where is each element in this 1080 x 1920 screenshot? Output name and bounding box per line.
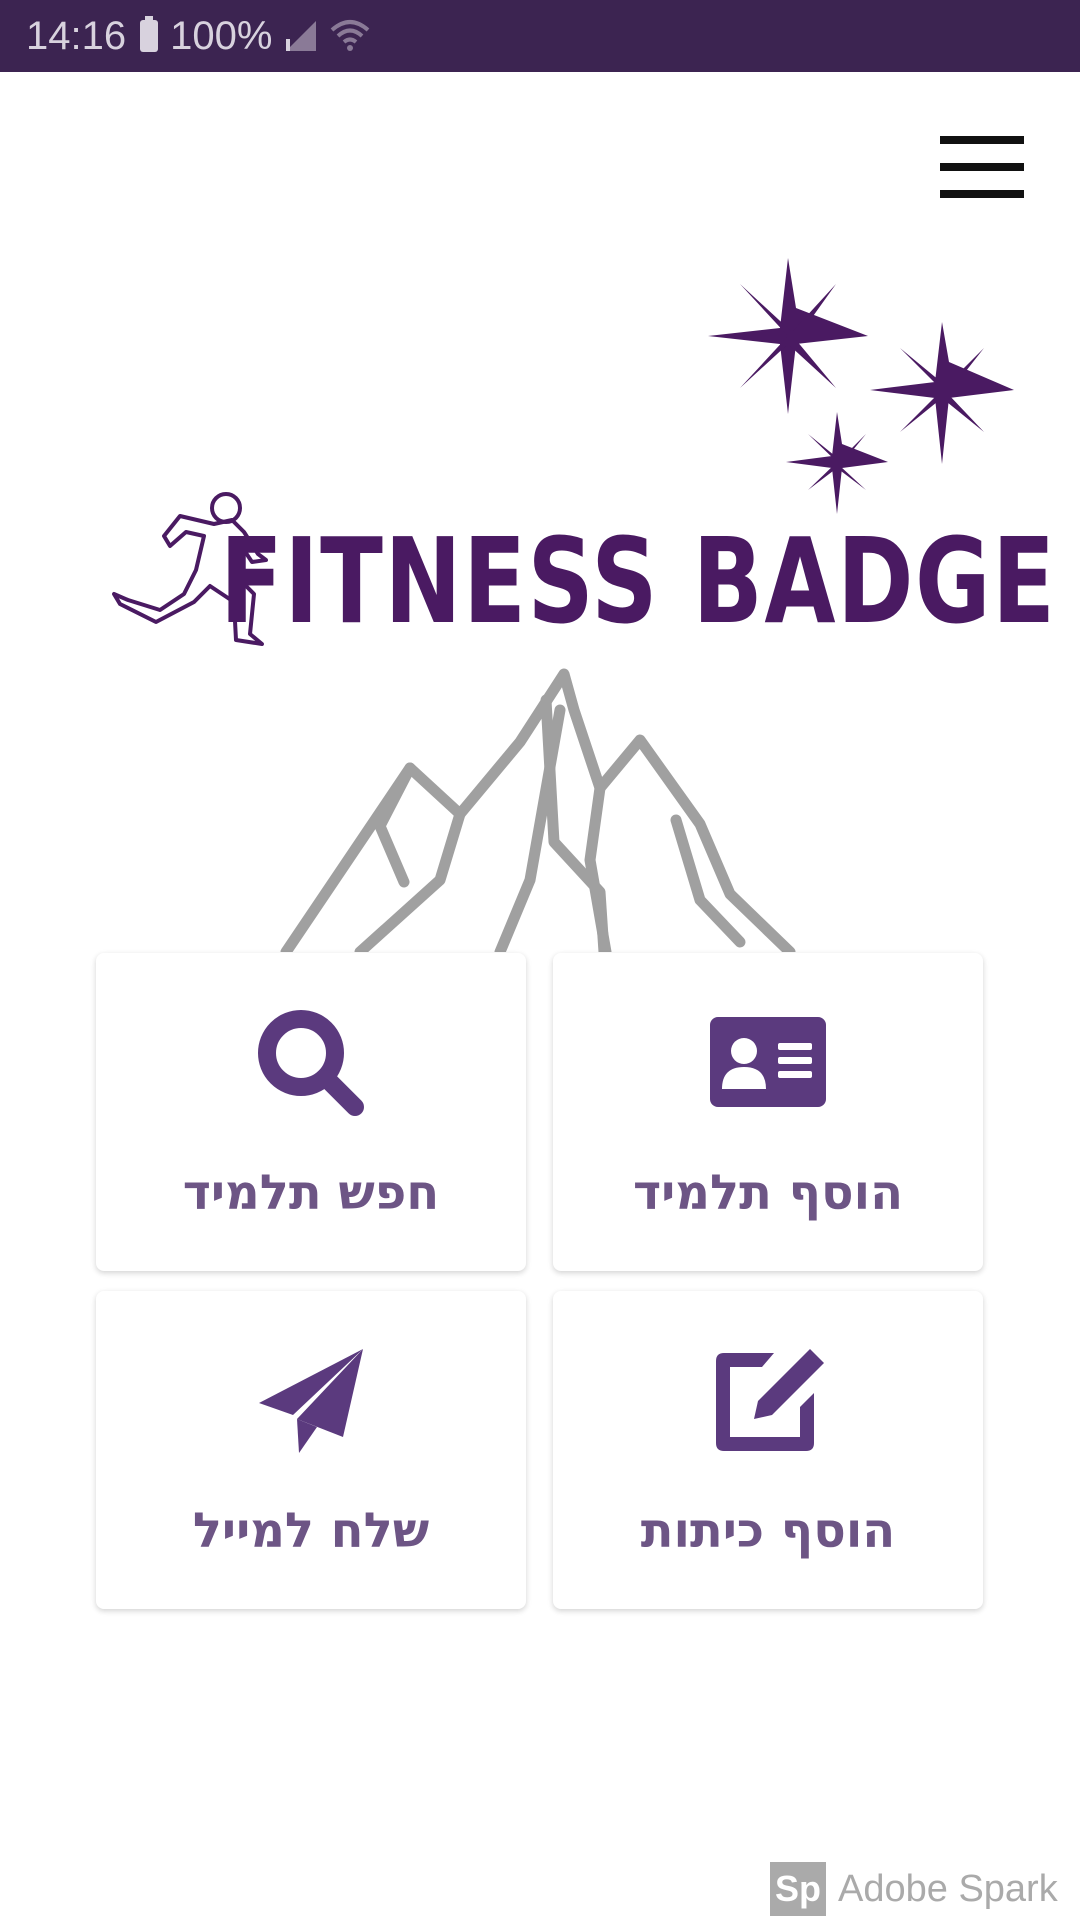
paper-plane-icon <box>259 1349 363 1453</box>
menu-line-bottom <box>940 190 1024 198</box>
watermark-text: Adobe Spark <box>838 1867 1058 1910</box>
mountain-icon <box>280 668 796 952</box>
status-bar: 14:16 100% <box>0 0 1080 72</box>
search-student-tile[interactable]: חפש תלמיד <box>96 953 526 1271</box>
brand-title: FITNESS BADGE <box>220 513 1057 650</box>
search-student-label: חפש תלמיד <box>182 1165 440 1221</box>
menu-line-middle <box>940 163 1024 171</box>
add-student-label: הוסף תלמיד <box>632 1165 904 1221</box>
status-time: 14:16 <box>26 13 127 58</box>
hamburger-menu-icon[interactable] <box>934 134 1028 200</box>
add-classes-label: הוסף כיתות <box>640 1503 896 1559</box>
menu-line-top <box>940 136 1024 144</box>
signal-icon <box>286 21 317 51</box>
hero-logo: FITNESS BADGE <box>112 258 1057 952</box>
adobe-spark-logo-icon: Sp <box>770 1862 826 1916</box>
send-email-tile[interactable]: שלח למייל <box>96 1291 526 1609</box>
add-classes-tile[interactable]: הוסף כיתות <box>553 1291 983 1609</box>
search-icon <box>258 1010 364 1116</box>
wifi-icon <box>331 20 370 51</box>
adobe-spark-watermark: Sp Adobe Spark <box>770 1862 1058 1916</box>
id-card-icon <box>710 1017 826 1107</box>
add-student-tile[interactable]: הוסף תלמיד <box>553 953 983 1271</box>
status-battery: 100% <box>170 13 273 58</box>
battery-icon <box>140 16 159 52</box>
send-email-label: שלח למייל <box>192 1503 430 1559</box>
sparkle-stars-icon <box>708 258 1014 514</box>
edit-icon <box>716 1349 824 1451</box>
